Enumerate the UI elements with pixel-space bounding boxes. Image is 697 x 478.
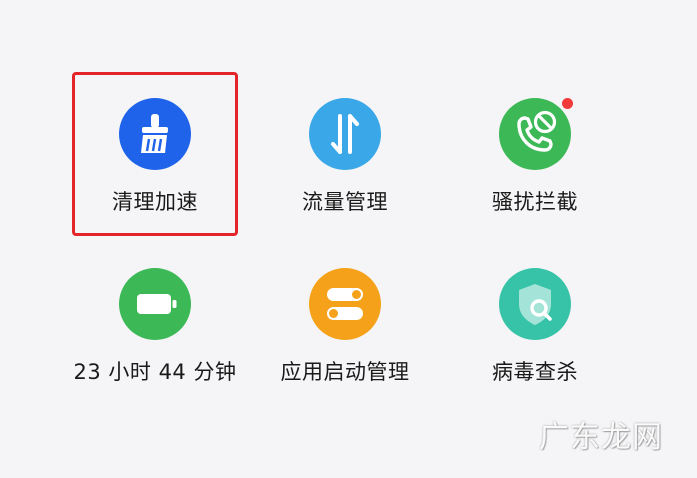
data-arrows-icon bbox=[331, 114, 359, 154]
phone-manager-grid: 清理加速 流量管理 骚扰拦截 23 小时 44 分钟 应用启动管理 病毒查杀 广… bbox=[0, 0, 697, 478]
tile-battery[interactable]: 23 小时 44 分钟 bbox=[70, 244, 240, 394]
phone-block-icon bbox=[517, 110, 557, 152]
tile-clean-speedup[interactable]: 清理加速 bbox=[70, 74, 240, 224]
tile-label: 流量管理 bbox=[302, 190, 388, 214]
tile-label: 骚扰拦截 bbox=[492, 190, 578, 214]
broom-icon bbox=[141, 114, 168, 153]
battery-icon-circle bbox=[119, 268, 191, 340]
shield-search-icon bbox=[519, 284, 552, 325]
battery-icon bbox=[137, 294, 177, 314]
virus-scan-icon-circle bbox=[499, 268, 571, 340]
tile-virus-scan[interactable]: 病毒查杀 bbox=[450, 244, 620, 394]
clean-speedup-icon-circle bbox=[119, 98, 191, 170]
startup-management-icon-circle bbox=[309, 268, 381, 340]
notification-badge bbox=[562, 98, 573, 109]
tile-startup-management[interactable]: 应用启动管理 bbox=[260, 244, 430, 394]
watermark: 广东龙网 bbox=[539, 420, 663, 455]
tile-label: 应用启动管理 bbox=[280, 360, 410, 384]
data-management-icon-circle bbox=[309, 98, 381, 170]
tile-label: 23 小时 44 分钟 bbox=[73, 360, 237, 384]
tile-harassment-block[interactable]: 骚扰拦截 bbox=[450, 74, 620, 224]
tile-label: 病毒查杀 bbox=[492, 360, 578, 384]
tile-label: 清理加速 bbox=[112, 190, 198, 214]
toggle-switch-icon bbox=[327, 288, 363, 320]
harassment-block-icon-circle bbox=[499, 98, 573, 170]
tile-data-management[interactable]: 流量管理 bbox=[260, 74, 430, 224]
